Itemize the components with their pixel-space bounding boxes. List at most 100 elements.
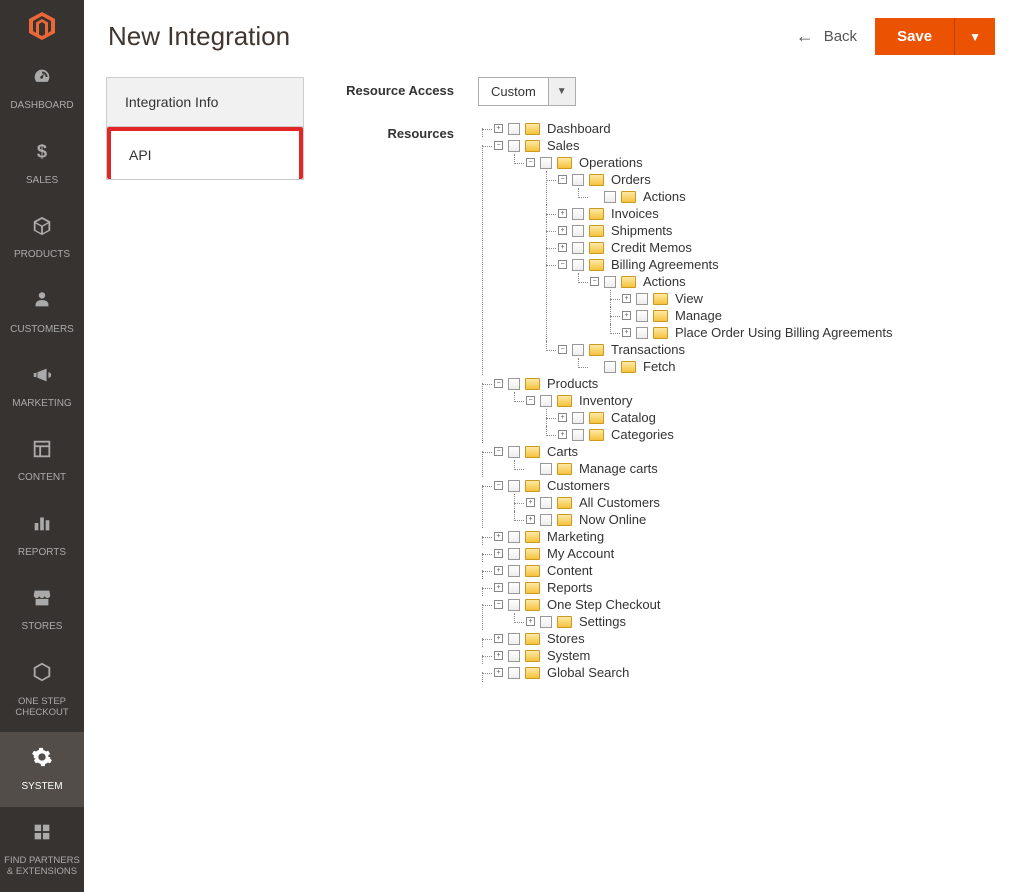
tree-node-label[interactable]: Actions bbox=[643, 189, 686, 204]
tree-collapse-icon[interactable]: − bbox=[526, 158, 535, 167]
tree-node-label[interactable]: One Step Checkout bbox=[547, 597, 660, 612]
back-button[interactable]: ← Back bbox=[796, 26, 857, 47]
tree-checkbox[interactable] bbox=[572, 429, 584, 441]
tree-checkbox[interactable] bbox=[540, 514, 552, 526]
nav-item-marketing[interactable]: MARKETING bbox=[0, 350, 84, 424]
tree-checkbox[interactable] bbox=[636, 327, 648, 339]
tree-expand-icon[interactable]: + bbox=[558, 209, 567, 218]
tree-collapse-icon[interactable]: − bbox=[590, 277, 599, 286]
tree-checkbox[interactable] bbox=[508, 667, 520, 679]
nav-item-products[interactable]: PRODUCTS bbox=[0, 201, 84, 275]
tree-node-label[interactable]: Dashboard bbox=[547, 121, 611, 136]
tree-expand-icon[interactable]: + bbox=[622, 294, 631, 303]
tree-expand-icon[interactable]: + bbox=[494, 583, 503, 592]
tree-node-label[interactable]: My Account bbox=[547, 546, 614, 561]
tree-node-label[interactable]: Place Order Using Billing Agreements bbox=[675, 325, 893, 340]
tree-collapse-icon[interactable]: − bbox=[494, 379, 503, 388]
tree-expand-icon[interactable]: + bbox=[622, 311, 631, 320]
magento-logo[interactable] bbox=[0, 0, 84, 52]
tree-node-label[interactable]: Actions bbox=[643, 274, 686, 289]
tree-checkbox[interactable] bbox=[508, 548, 520, 560]
tree-checkbox[interactable] bbox=[572, 259, 584, 271]
tree-expand-icon[interactable]: + bbox=[494, 532, 503, 541]
tree-checkbox[interactable] bbox=[636, 310, 648, 322]
tree-expand-icon[interactable]: + bbox=[558, 413, 567, 422]
tree-checkbox[interactable] bbox=[508, 650, 520, 662]
tree-node-label[interactable]: Content bbox=[547, 563, 593, 578]
tree-checkbox[interactable] bbox=[572, 242, 584, 254]
nav-item-content[interactable]: CONTENT bbox=[0, 424, 84, 498]
tree-checkbox[interactable] bbox=[508, 378, 520, 390]
tree-expand-icon[interactable]: + bbox=[558, 430, 567, 439]
tree-collapse-icon[interactable]: − bbox=[494, 481, 503, 490]
tree-collapse-icon[interactable]: − bbox=[494, 447, 503, 456]
tree-node-label[interactable]: All Customers bbox=[579, 495, 660, 510]
tree-expand-icon[interactable]: + bbox=[558, 226, 567, 235]
tree-checkbox[interactable] bbox=[508, 480, 520, 492]
tree-collapse-icon[interactable]: − bbox=[494, 600, 503, 609]
tree-checkbox[interactable] bbox=[540, 463, 552, 475]
tree-node-label[interactable]: Now Online bbox=[579, 512, 646, 527]
tree-checkbox[interactable] bbox=[508, 633, 520, 645]
tree-node-label[interactable]: System bbox=[547, 648, 590, 663]
tree-checkbox[interactable] bbox=[572, 344, 584, 356]
tree-node-label[interactable]: Products bbox=[547, 376, 598, 391]
tree-expand-icon[interactable]: + bbox=[558, 243, 567, 252]
tree-node-label[interactable]: Customers bbox=[547, 478, 610, 493]
tree-checkbox[interactable] bbox=[604, 191, 616, 203]
tab-api[interactable]: API bbox=[107, 127, 303, 179]
tree-node-label[interactable]: Orders bbox=[611, 172, 651, 187]
tree-collapse-icon[interactable]: − bbox=[558, 260, 567, 269]
tree-node-label[interactable]: Invoices bbox=[611, 206, 659, 221]
tree-collapse-icon[interactable]: − bbox=[558, 175, 567, 184]
nav-item-customers[interactable]: CUSTOMERS bbox=[0, 275, 84, 349]
nav-item-system[interactable]: SYSTEM bbox=[0, 732, 84, 806]
tree-node-label[interactable]: Global Search bbox=[547, 665, 629, 680]
tree-node-label[interactable]: Catalog bbox=[611, 410, 656, 425]
tree-checkbox[interactable] bbox=[604, 361, 616, 373]
tree-node-label[interactable]: Manage bbox=[675, 308, 722, 323]
save-button[interactable]: Save bbox=[875, 18, 954, 55]
tree-node-label[interactable]: Shipments bbox=[611, 223, 672, 238]
tree-checkbox[interactable] bbox=[508, 599, 520, 611]
nav-item-sales[interactable]: $SALES bbox=[0, 126, 84, 200]
tree-node-label[interactable]: View bbox=[675, 291, 703, 306]
tree-node-label[interactable]: Inventory bbox=[579, 393, 632, 408]
tree-collapse-icon[interactable]: − bbox=[494, 141, 503, 150]
tree-expand-icon[interactable]: + bbox=[526, 515, 535, 524]
tree-checkbox[interactable] bbox=[508, 565, 520, 577]
tree-expand-icon[interactable]: + bbox=[526, 617, 535, 626]
nav-item-osc[interactable]: ONE STEPCHECKOUT bbox=[0, 647, 84, 732]
tree-node-label[interactable]: Fetch bbox=[643, 359, 676, 374]
tree-checkbox[interactable] bbox=[540, 616, 552, 628]
tree-expand-icon[interactable]: + bbox=[494, 634, 503, 643]
tree-checkbox[interactable] bbox=[572, 225, 584, 237]
tree-node-label[interactable]: Carts bbox=[547, 444, 578, 459]
tree-node-label[interactable]: Settings bbox=[579, 614, 626, 629]
tree-checkbox[interactable] bbox=[572, 174, 584, 186]
resource-access-select[interactable]: Custom ▼ bbox=[478, 77, 576, 106]
tree-node-label[interactable]: Reports bbox=[547, 580, 593, 595]
tab-info[interactable]: Integration Info bbox=[107, 78, 303, 127]
tree-expand-icon[interactable]: + bbox=[494, 549, 503, 558]
tree-node-label[interactable]: Transactions bbox=[611, 342, 685, 357]
tree-expand-icon[interactable]: + bbox=[494, 668, 503, 677]
tree-checkbox[interactable] bbox=[636, 293, 648, 305]
nav-item-stores[interactable]: STORES bbox=[0, 573, 84, 647]
tree-collapse-icon[interactable]: − bbox=[558, 345, 567, 354]
tree-checkbox[interactable] bbox=[572, 412, 584, 424]
tree-checkbox[interactable] bbox=[572, 208, 584, 220]
tree-checkbox[interactable] bbox=[508, 140, 520, 152]
tree-expand-icon[interactable]: + bbox=[494, 124, 503, 133]
tree-expand-icon[interactable]: + bbox=[494, 651, 503, 660]
tree-checkbox[interactable] bbox=[508, 582, 520, 594]
tree-node-label[interactable]: Stores bbox=[547, 631, 585, 646]
tree-checkbox[interactable] bbox=[540, 157, 552, 169]
tree-node-label[interactable]: Marketing bbox=[547, 529, 604, 544]
tree-node-label[interactable]: Credit Memos bbox=[611, 240, 692, 255]
save-dropdown-button[interactable]: ▼ bbox=[954, 18, 995, 55]
nav-item-dashboard[interactable]: DASHBOARD bbox=[0, 52, 84, 126]
tree-checkbox[interactable] bbox=[508, 123, 520, 135]
nav-item-reports[interactable]: REPORTS bbox=[0, 498, 84, 572]
tree-node-label[interactable]: Sales bbox=[547, 138, 580, 153]
